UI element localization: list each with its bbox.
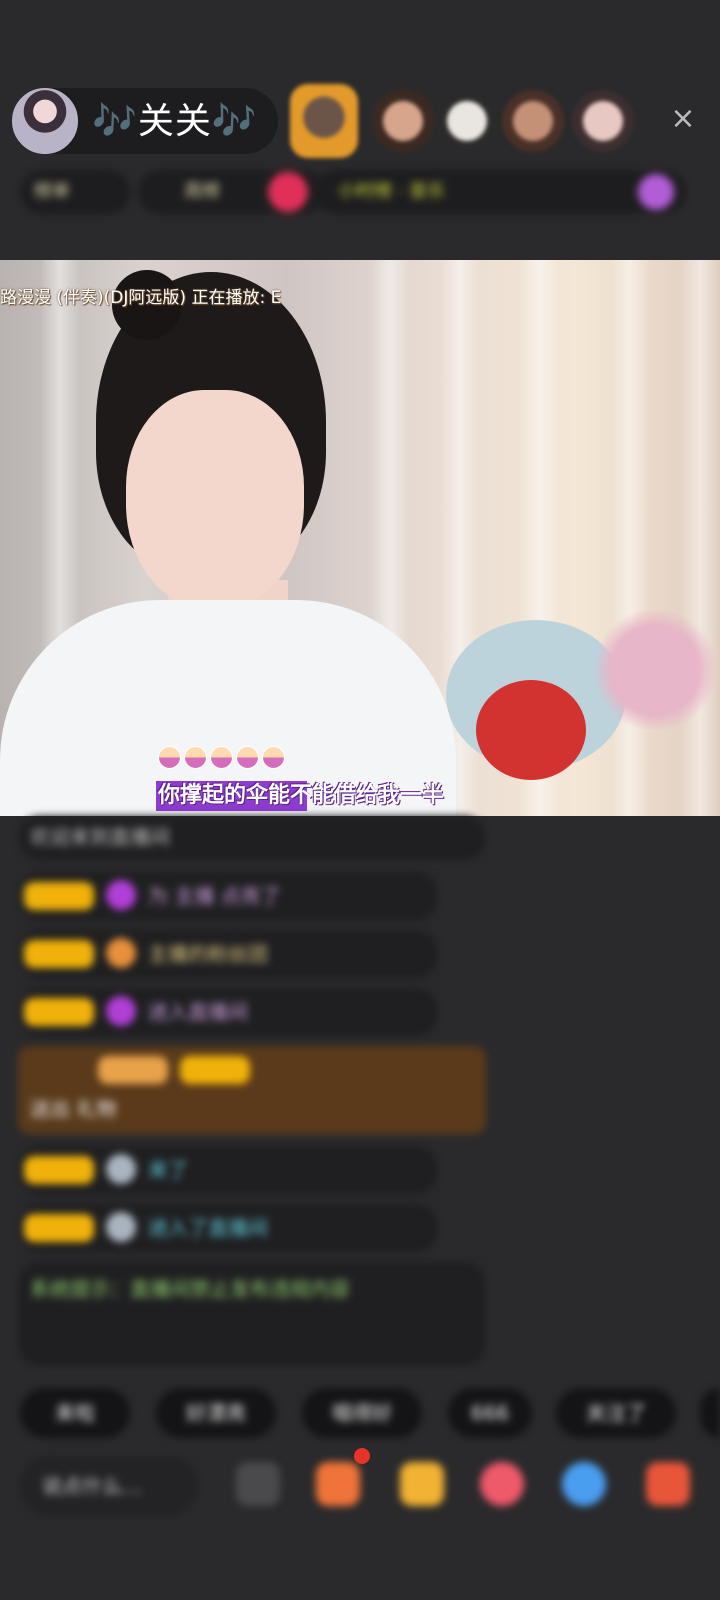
quick-reply-button[interactable]: 唱得好 (302, 1388, 422, 1438)
fan-badge (180, 1056, 250, 1084)
diamond-icon (106, 996, 136, 1026)
chat-input[interactable]: 说点什么… (20, 1456, 198, 1516)
chat-message[interactable]: 欢迎来到直播间 (18, 816, 486, 860)
notification-dot (354, 1448, 370, 1464)
gift-message[interactable]: 送出 礼物 (18, 1046, 486, 1134)
quick-reply-button[interactable]: 关注了 (556, 1388, 676, 1438)
viewer-avatar[interactable] (436, 90, 498, 152)
flowers (590, 610, 720, 730)
level-badge (24, 1156, 94, 1184)
gift-icon[interactable] (400, 1462, 444, 1506)
top-viewer-avatar[interactable] (290, 84, 358, 158)
rank-chip[interactable]: 榜单 (20, 170, 130, 214)
chat-message[interactable]: 来了 (18, 1146, 438, 1194)
level-badge (24, 998, 94, 1026)
close-icon[interactable]: × (668, 104, 698, 134)
quick-reply-button[interactable]: 来啦 (20, 1388, 130, 1438)
streamer-face (126, 390, 304, 610)
viewer-avatar[interactable] (572, 90, 634, 152)
system-notice: 系统提示：直播间禁止发布违规内容 (18, 1262, 486, 1366)
diamond-icon (106, 880, 136, 910)
lyric-dot-icon (158, 746, 181, 769)
info-bar: 榜单 周榜 小时榜 · 音乐 (20, 170, 710, 214)
lyric-dot-icon (262, 746, 285, 769)
fan-badge-icon (106, 938, 136, 968)
shop-icon[interactable] (646, 1462, 690, 1506)
viewer-avatar[interactable] (372, 90, 434, 152)
gift-box-icon[interactable] (316, 1462, 360, 1506)
level-badge (24, 1214, 94, 1242)
plush-toy-red (476, 680, 586, 780)
lyric-dot-icon (184, 746, 207, 769)
level-badge (98, 1056, 168, 1084)
lyric-countdown (158, 746, 288, 773)
lyric-dot-icon (236, 746, 259, 769)
lyric-line: 你撑起的伞能不能借给我一半 (156, 781, 447, 811)
live-video[interactable] (0, 260, 720, 816)
viewer-avatar[interactable] (502, 90, 564, 152)
song-ticker: 路漫漫 (伴奏)(DJ阿远版) 正在播放: E (0, 288, 282, 308)
host-name: 🎶关关🎶 (92, 101, 258, 142)
chat-message[interactable]: 为 主播 点亮了 (18, 872, 438, 920)
fan-club-icon[interactable] (268, 172, 308, 212)
quick-reply-button[interactable]: 666 (448, 1388, 532, 1438)
more-icon[interactable] (236, 1462, 280, 1506)
level-badge (24, 940, 94, 968)
lyric-dot-icon (210, 746, 233, 769)
avatar (106, 1154, 136, 1184)
chat-message[interactable]: 进入了直播间 (18, 1204, 438, 1252)
quick-reply-overflow[interactable] (700, 1388, 720, 1438)
chat-message[interactable]: 主播的粉丝团 (18, 930, 438, 978)
chat-message[interactable]: 进入直播间 (18, 988, 438, 1036)
hourly-rank-chip[interactable]: 小时榜 · 音乐 (314, 170, 686, 214)
host-avatar[interactable] (12, 88, 78, 154)
level-badge (24, 882, 94, 910)
avatar (106, 1212, 136, 1242)
game-icon[interactable] (562, 1462, 606, 1506)
lucky-icon[interactable] (480, 1462, 524, 1506)
quick-reply-button[interactable]: 好漂亮 (156, 1388, 276, 1438)
activity-icon[interactable] (638, 174, 674, 210)
